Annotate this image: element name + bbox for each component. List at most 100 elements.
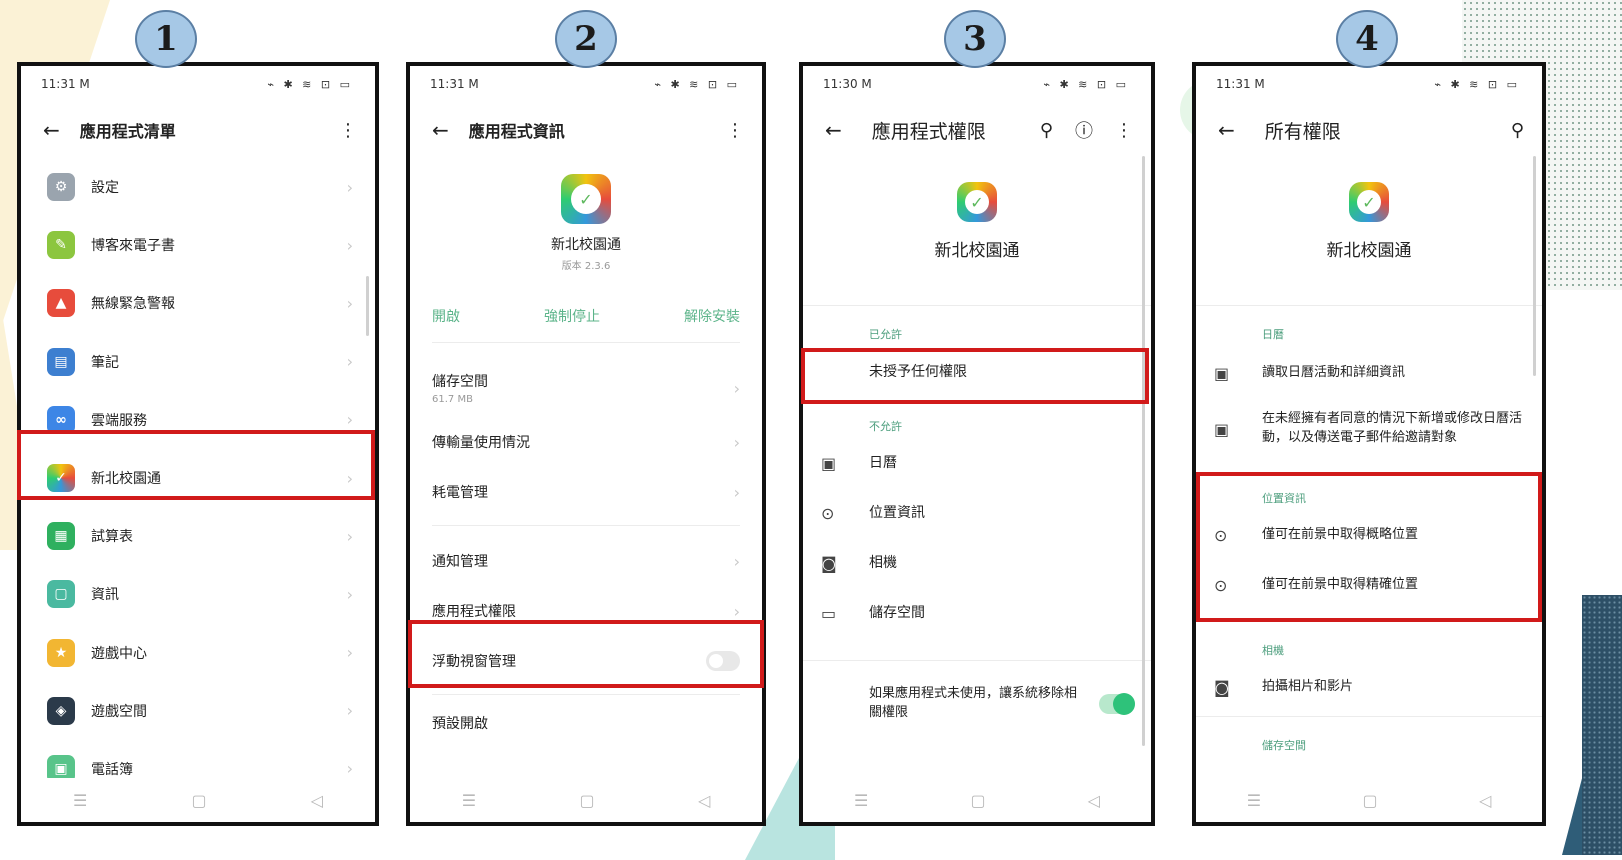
menu-nav-icon[interactable]: ☰ [854,791,868,810]
help-icon[interactable]: ⓘ [1075,117,1093,143]
menu-nav-icon[interactable]: ☰ [73,791,87,810]
data-usage-row[interactable]: 傳輸量使用情況 › [410,417,762,467]
app-logo-icon: ✓ [561,174,611,224]
more-options-icon[interactable]: ⋮ [339,120,357,141]
chevron-right-icon: › [733,378,740,398]
status-icons: ⌁ ✱ ≋ ⊡ ▭ [267,77,353,91]
open-button[interactable]: 開啟 [432,306,460,326]
app-label: 資訊 [91,587,119,604]
notifications-row[interactable]: 通知管理 › [410,536,762,586]
storage-row[interactable]: 儲存空間 61.7 MB › [410,359,762,417]
menu-nav-icon[interactable]: ☰ [462,791,476,810]
app-list-item[interactable]: ▢ 資訊 › [21,565,375,623]
home-nav-icon[interactable]: ▢ [970,791,985,810]
chevron-right-icon: › [346,410,353,430]
back-arrow-icon[interactable]: ← [1218,118,1235,142]
app-header: ✓ 新北校園通 [1196,158,1542,261]
search-icon[interactable]: ⚲ [1511,120,1524,141]
app-list-item[interactable]: ✎ 博客來電子書 › [21,216,375,274]
permissions-label: 應用程式權限 [432,604,516,620]
app-bar: ← 應用程式權限 ⚲ ⓘ ⋮ [803,102,1151,158]
app-list-item[interactable]: ∞ 雲端服務 › [21,391,375,449]
calendar-section-header: 日曆 [1262,328,1284,341]
default-open-label: 預設開啟 [432,716,488,732]
home-nav-icon[interactable]: ▢ [191,791,206,810]
divider [432,694,740,695]
calendar-icon: ▣ [1214,419,1230,439]
notification-icons: M [861,77,872,91]
back-nav-icon[interactable]: ◁ [1088,791,1100,810]
more-options-icon[interactable]: ⋮ [1115,120,1133,141]
calendar-read-row: ▣ 讀取日曆活動和詳細資訊 [1196,346,1542,400]
chevron-right-icon: › [346,701,353,721]
navigation-bar: ☰ ▢ ◁ [1196,778,1542,822]
more-options-icon[interactable]: ⋮ [726,120,744,141]
app-bar: ← 應用程式清單 ⋮ [21,102,375,158]
app-list: ⚙ 設定 › ✎ 博客來電子書 › ▲ 無線緊急警報 › ▤ 筆記 › ∞ 雲端服務 › ✓ 新北校園通 › ▦ 試算… [21,158,375,798]
no-permissions-row: 未授予任何權限 [803,346,1151,398]
divider [432,342,740,343]
back-nav-icon[interactable]: ◁ [311,791,323,810]
home-nav-icon[interactable]: ▢ [579,791,594,810]
permissions-row[interactable]: 應用程式權限 › [410,586,762,636]
scrollbar[interactable] [1142,156,1145,746]
battery-label: 耗電管理 [432,485,488,501]
app-list-item[interactable]: ★ 遊戲中心 › [21,624,375,682]
app-logo-icon: ✓ [1349,182,1389,222]
navigation-bar: ☰ ▢ ◁ [21,778,375,822]
auto-remove-toggle[interactable] [1099,693,1135,715]
app-label: 試算表 [91,529,133,546]
app-list-item[interactable]: ✓ 新北校園通 › [21,449,375,507]
app-list-item[interactable]: ▦ 試算表 › [21,507,375,565]
back-nav-icon[interactable]: ◁ [1479,791,1491,810]
scrollbar[interactable] [1533,156,1536,376]
app-list-item[interactable]: ◈ 遊戲空間 › [21,682,375,740]
camera-row: ◙ 拍攝相片和影片 [1196,662,1542,712]
app-label: 無線緊急警報 [91,296,175,313]
app-name: 新北校園通 [551,237,621,253]
chevron-right-icon: › [733,601,740,621]
home-nav-icon[interactable]: ▢ [1362,791,1377,810]
floating-window-row[interactable]: 浮動視窗管理 [410,636,762,686]
chevron-right-icon: › [346,235,353,255]
app-label: 雲端服務 [91,412,147,429]
back-nav-icon[interactable]: ◁ [698,791,710,810]
permission-location[interactable]: ⊙ 位置資訊 [803,488,1151,538]
permission-label: 相機 [869,554,897,571]
scrollbar[interactable] [366,276,369,336]
force-stop-button[interactable]: 強制停止 [544,306,600,326]
app-name: 新北校園通 [934,241,1020,261]
calendar-icon: ▣ [1214,363,1230,383]
default-open-row[interactable]: 預設開啟 [410,703,762,733]
permission-storage[interactable]: ▭ 儲存空間 [803,588,1151,638]
status-time: 11:31 [430,77,465,91]
phone-screen-app-info: 11:31 M ⌁ ✱ ≋ ⊡ ▭ ← 應用程式資訊 ⋮ ✓ 新北校園通 版本 … [406,62,766,826]
status-bar: 11:31 M ⌁ ✱ ≋ ⊡ ▭ [1196,66,1542,102]
calendar-write-row: ▣ 在未經擁有者同意的情況下新增或修改日曆活動，以及傳送電子郵件給邀請對象 [1196,400,1542,458]
app-name: 新北校園通 [1326,241,1412,261]
app-label: 遊戲中心 [91,645,147,662]
search-icon[interactable]: ⚲ [1040,120,1053,141]
storage-size: 61.7 MB [432,394,473,405]
uninstall-button[interactable]: 解除安裝 [684,306,740,326]
floating-window-toggle[interactable] [706,651,740,671]
permission-camera[interactable]: ◙ 相機 [803,538,1151,588]
phone-screen-app-list: 11:31 M ⌁ ✱ ≋ ⊡ ▭ ← 應用程式清單 ⋮ ⚙ 設定 › ✎ 博客來電子書… [17,62,379,826]
camera-icon: ◙ [1214,677,1230,697]
chevron-right-icon: › [733,551,740,571]
battery-row[interactable]: 耗電管理 › [410,467,762,517]
chevron-right-icon: › [733,482,740,502]
menu-nav-icon[interactable]: ☰ [1247,791,1261,810]
app-list-item[interactable]: ⚙ 設定 › [21,158,375,216]
app-icon: ▤ [47,347,75,376]
back-arrow-icon[interactable]: ← [43,118,60,142]
divider [432,525,740,526]
back-arrow-icon[interactable]: ← [432,118,449,142]
navy-pattern-decoration [1582,595,1622,855]
app-list-item[interactable]: ▲ 無線緊急警報 › [21,274,375,332]
navigation-bar: ☰ ▢ ◁ [803,778,1151,822]
auto-remove-row[interactable]: 如果應用程式未使用，讓系統移除相關權限 [803,661,1151,729]
app-list-item[interactable]: ▤ 筆記 › [21,333,375,391]
back-arrow-icon[interactable]: ← [825,118,842,142]
permission-calendar[interactable]: ▣ 日曆 [803,438,1151,488]
